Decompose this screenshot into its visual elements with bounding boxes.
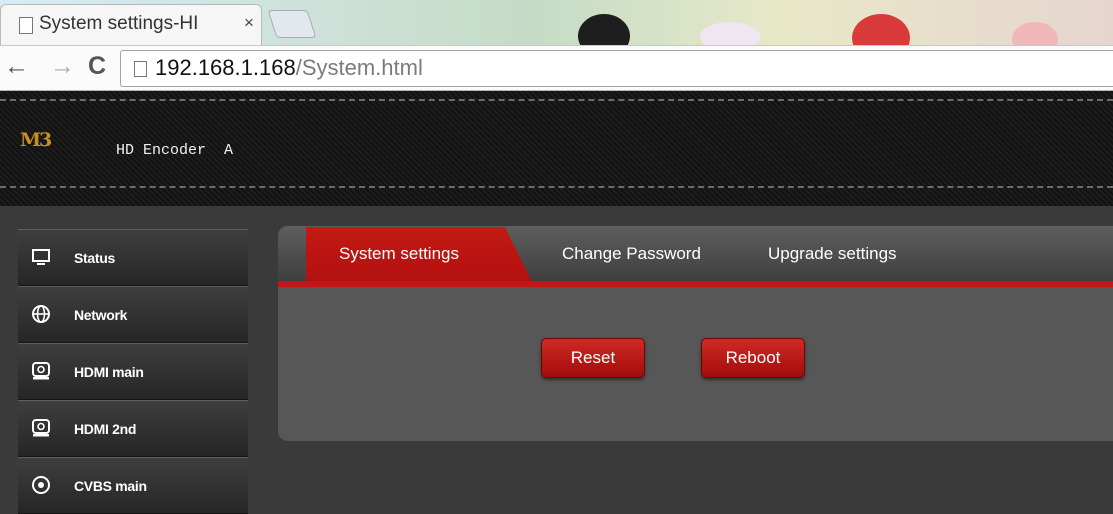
tab-change-password[interactable]: Change Password — [562, 244, 701, 264]
reboot-button[interactable]: Reboot — [701, 338, 805, 378]
globe-icon — [31, 304, 51, 324]
header-divider — [0, 186, 1113, 188]
background-decoration — [700, 22, 760, 45]
target-icon — [31, 475, 51, 495]
header-divider — [0, 99, 1113, 101]
close-tab-icon[interactable]: × — [244, 13, 254, 33]
sidebar-item-hdmi-2nd[interactable]: HDMI 2nd — [18, 400, 248, 457]
sidebar-item-label: HDMI main — [74, 364, 144, 380]
background-decoration — [852, 14, 910, 45]
hdmi-icon — [31, 418, 51, 438]
sidebar-item-hdmi-main[interactable]: HDMI main — [18, 343, 248, 400]
reset-button[interactable]: Reset — [541, 338, 645, 378]
url-host: 192.168.1.168 — [155, 55, 296, 80]
browser-chrome: System settings-HI × ← → C 192.168.1.168… — [0, 0, 1113, 91]
sidebar-item-label: HDMI 2nd — [74, 421, 137, 437]
back-arrow-icon[interactable]: ← — [4, 52, 29, 81]
app-header: M3 HD Encoder A — [0, 91, 1113, 206]
browser-toolbar: ← → C 192.168.1.168/System.html — [0, 45, 1113, 91]
hdmi-icon — [31, 361, 51, 381]
settings-tabs: System settings Change Password Upgrade … — [278, 226, 1113, 282]
reload-icon[interactable]: C — [88, 52, 106, 81]
sidebar-item-label: Network — [74, 307, 128, 323]
sidebar-item-label: Status — [74, 250, 115, 266]
background-decoration — [1012, 22, 1058, 45]
brand-logo: M3 — [20, 129, 52, 151]
url-path: /System.html — [295, 55, 423, 80]
page-icon — [19, 17, 33, 34]
background-decoration — [578, 14, 630, 45]
url-text: 192.168.1.168/System.html — [155, 55, 423, 81]
forward-arrow-icon[interactable]: → — [50, 52, 75, 81]
page-icon — [134, 61, 147, 77]
tab-upgrade-settings[interactable]: Upgrade settings — [768, 244, 897, 264]
sidebar-item-cvbs-main[interactable]: CVBS main — [18, 457, 248, 514]
address-bar[interactable]: 192.168.1.168/System.html — [120, 50, 1113, 87]
tab-underline — [278, 281, 1113, 287]
tab-system-settings[interactable]: System settings — [339, 244, 459, 264]
settings-panel: System settings Change Password Upgrade … — [278, 226, 1113, 441]
sidebar-item-network[interactable]: Network — [18, 286, 248, 343]
sidebar: Status Network HDMI main HDMI 2nd CVBS m… — [18, 229, 248, 514]
sidebar-item-status[interactable]: Status — [18, 229, 248, 286]
sidebar-item-label: CVBS main — [74, 478, 147, 494]
monitor-icon — [31, 247, 51, 267]
browser-tabstrip: System settings-HI × — [0, 0, 1113, 45]
device-title: HD Encoder A — [116, 142, 234, 159]
browser-tab[interactable]: System settings-HI × — [0, 4, 262, 45]
new-tab-button[interactable] — [267, 10, 317, 38]
browser-tab-title: System settings-HI — [39, 13, 199, 34]
